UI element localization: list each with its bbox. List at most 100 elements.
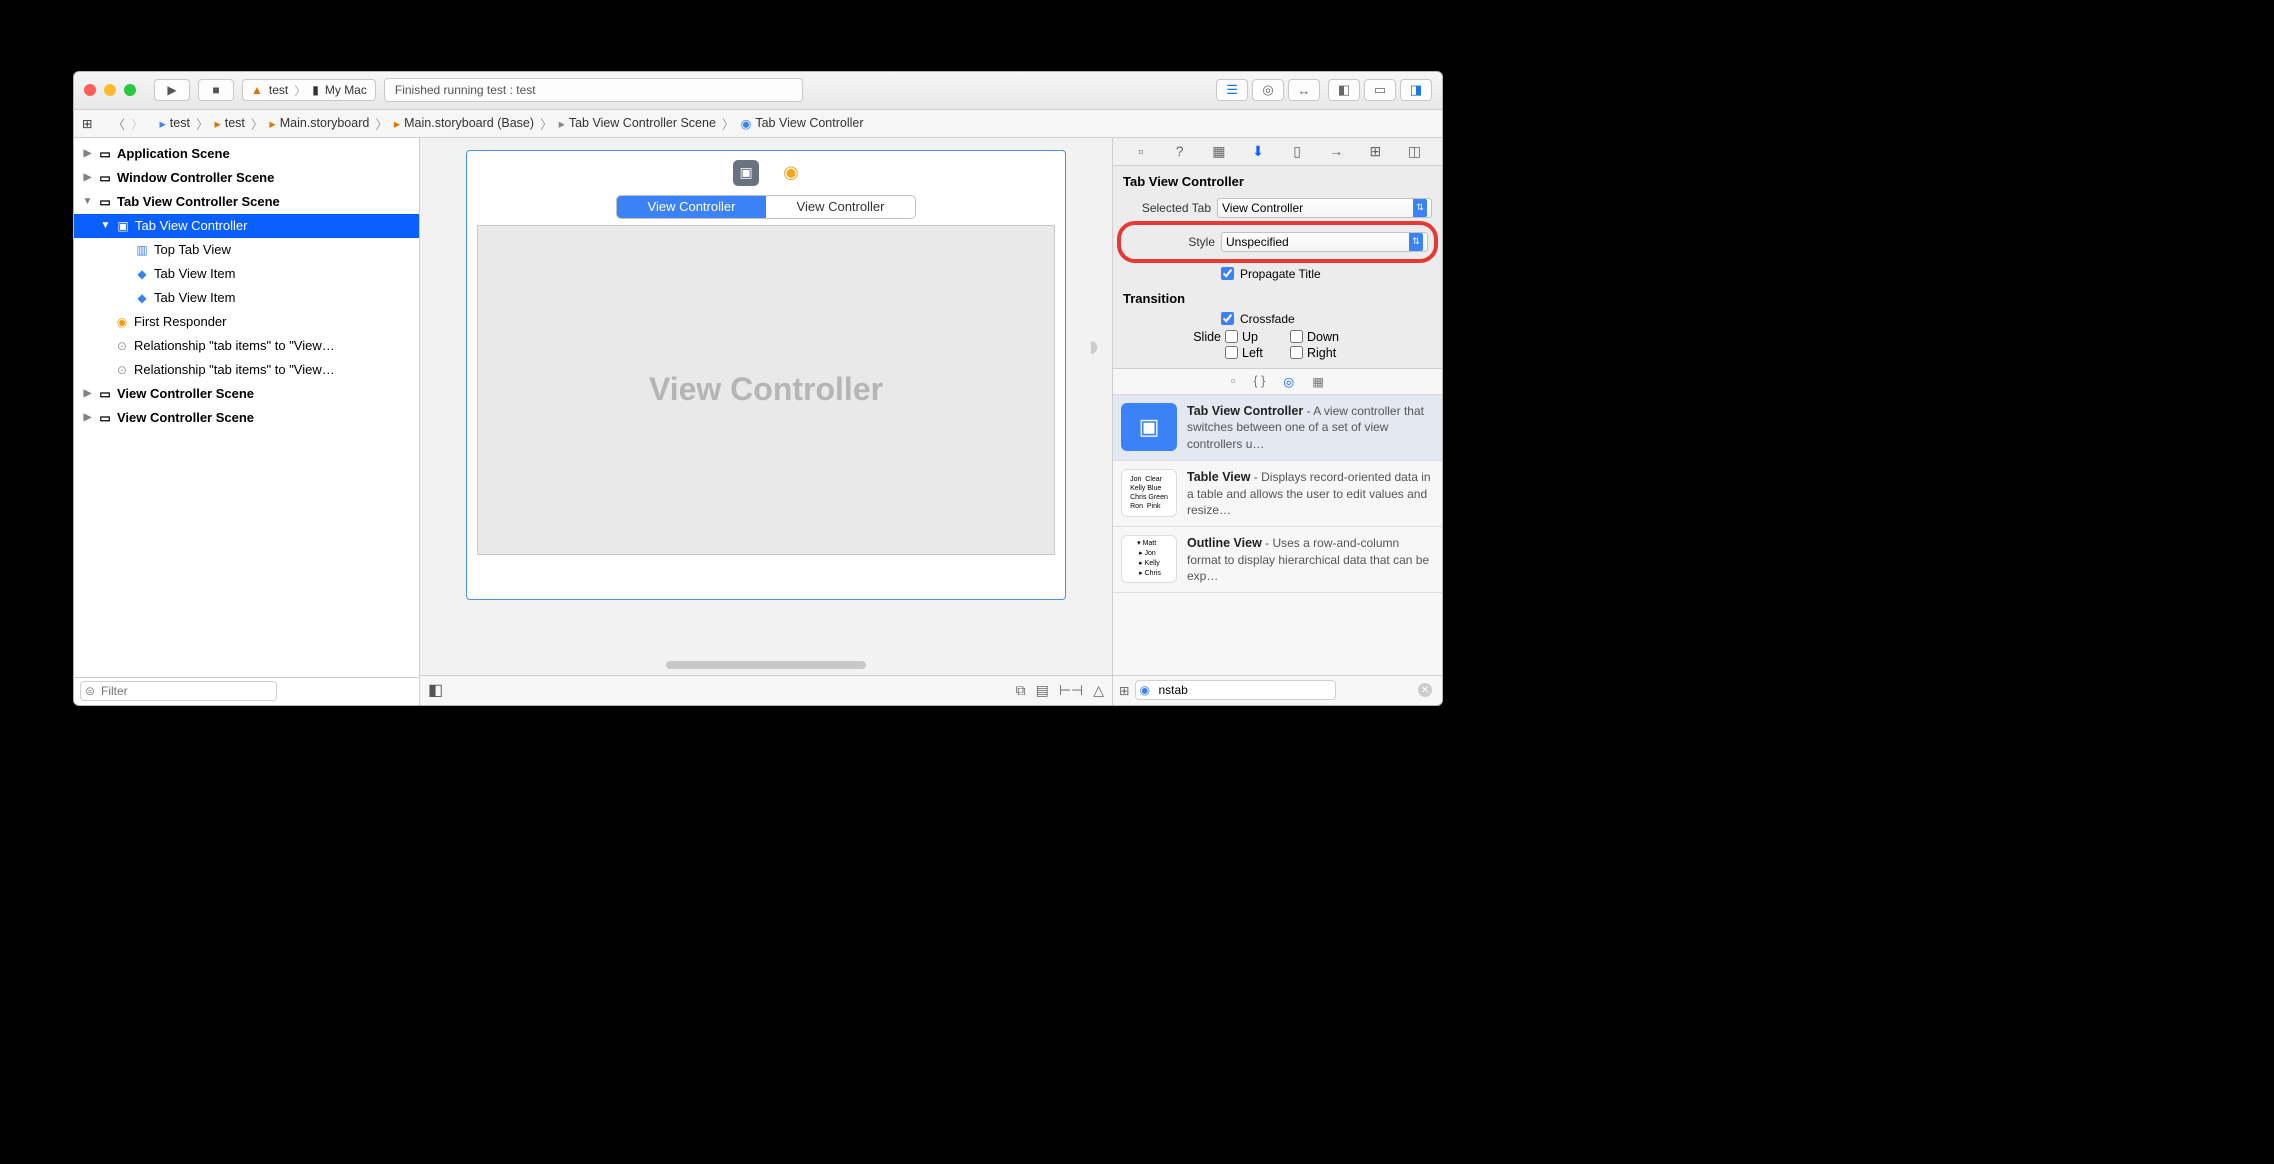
attributes-inspector-tab[interactable]: ⬇ xyxy=(1247,143,1269,160)
scene-row[interactable]: ▶▭View Controller Scene xyxy=(74,406,419,430)
identity-inspector-tab[interactable]: ▦ xyxy=(1208,143,1230,160)
help-inspector-tab[interactable]: ? xyxy=(1169,143,1191,159)
toggle-navigator-button[interactable]: ◧ xyxy=(1328,79,1360,101)
effects-inspector-tab[interactable]: ◫ xyxy=(1403,143,1425,160)
clear-filter-button[interactable]: ✕ xyxy=(1418,683,1432,697)
library-view-toggle[interactable]: ⊞ xyxy=(1119,683,1129,698)
scene-row[interactable]: ▼▭Tab View Controller Scene xyxy=(74,190,419,214)
relationship-row[interactable]: ⊙Relationship "tab items" to "View… xyxy=(74,334,419,358)
slide-left-checkbox[interactable] xyxy=(1225,346,1238,359)
size-inspector-tab[interactable]: ▯ xyxy=(1286,143,1308,160)
embed-button[interactable]: ⧉ xyxy=(1016,682,1026,699)
minimize-icon[interactable] xyxy=(104,84,116,96)
window-controls xyxy=(84,84,136,96)
inspector-panel: ▫ ? ▦ ⬇ ▯ → ⊞ ◫ Tab View Controller Sele… xyxy=(1112,138,1442,705)
code-snippet-tab[interactable]: { } xyxy=(1253,374,1265,388)
table-view-icon: Jon ClearKelly BlueChris GreenRon Pink xyxy=(1121,469,1177,517)
tab-active[interactable]: View Controller xyxy=(617,196,766,218)
bindings-inspector-tab[interactable]: ⊞ xyxy=(1364,143,1386,160)
canvas-content[interactable]: ▣ ◉ View Controller View Controller View… xyxy=(420,138,1112,675)
zoom-icon[interactable] xyxy=(124,84,136,96)
jump-item[interactable]: ◉Tab View Controller xyxy=(740,116,863,131)
style-row: Style Unspecified ⇅ xyxy=(1127,229,1428,255)
resolve-button[interactable]: △ xyxy=(1093,682,1104,699)
library-list[interactable]: ▣ Tab View Controller - A view controlle… xyxy=(1113,395,1442,675)
nav-forward-button[interactable]: 〉 xyxy=(131,114,144,133)
canvas-dock: ◧ ⧉ ▤ ⊢⊣ △ xyxy=(420,675,1112,705)
object-library-tab[interactable]: ◎ xyxy=(1283,374,1294,389)
slide-up-checkbox[interactable] xyxy=(1225,330,1238,343)
outline-item[interactable]: ▥Top Tab View xyxy=(74,238,419,262)
jump-item[interactable]: ▸test xyxy=(160,116,190,131)
first-responder-row[interactable]: ◉First Responder xyxy=(74,310,419,334)
tab-row: View Controller View Controller xyxy=(616,195,916,219)
controller-icon[interactable]: ▣ xyxy=(733,160,759,186)
controller-row-selected[interactable]: ▼▣Tab View Controller xyxy=(74,214,419,238)
align-button[interactable]: ▤ xyxy=(1036,682,1049,699)
scene-header: ▣ ◉ xyxy=(467,151,1065,195)
outline-view-icon: ▾ Matt ▸ Jon ▸ Kelly ▸ Chris xyxy=(1121,535,1177,583)
tab-inactive[interactable]: View Controller xyxy=(766,196,915,218)
status-text: Finished running test : test xyxy=(395,83,536,97)
selected-tab-popup[interactable]: View Controller ⇅ xyxy=(1217,198,1432,218)
close-icon[interactable] xyxy=(84,84,96,96)
assistant-editor-button[interactable]: ◎ xyxy=(1252,79,1284,101)
connections-inspector-tab[interactable]: → xyxy=(1325,143,1347,159)
standard-editor-button[interactable]: ☰ xyxy=(1216,79,1248,101)
editor-mode-buttons: ☰ ◎ ↔ xyxy=(1216,79,1320,101)
scene-row[interactable]: ▶▭View Controller Scene xyxy=(74,382,419,406)
jump-item[interactable]: ▸test xyxy=(214,116,244,131)
file-inspector-tab[interactable]: ▫ xyxy=(1130,143,1152,159)
related-items-icon[interactable]: ⊞ xyxy=(82,116,92,131)
jump-bar: ⊞ 〈 〉 ▸test〉 ▸test〉 ▸Main.storyboard〉 ▸M… xyxy=(74,110,1442,138)
first-responder-icon[interactable]: ◉ xyxy=(783,162,799,183)
toolbar: ▶ ■ ▲ test 〉 ▮ My Mac Finished running t… xyxy=(74,72,1442,110)
jump-item[interactable]: ▸Main.storyboard xyxy=(269,116,369,131)
relationship-row[interactable]: ⊙Relationship "tab items" to "View… xyxy=(74,358,419,382)
scene-tab-view-controller[interactable]: ▣ ◉ View Controller View Controller View… xyxy=(466,150,1066,600)
transition-title: Transition xyxy=(1123,291,1432,306)
style-popup[interactable]: Unspecified ⇅ xyxy=(1221,232,1428,252)
chevron-updown-icon: ⇅ xyxy=(1409,233,1423,251)
media-library-tab[interactable]: ▦ xyxy=(1312,374,1324,389)
toggle-outline-button[interactable]: ◧ xyxy=(428,680,443,700)
nav-back-button[interactable]: 〈 xyxy=(112,114,125,133)
version-editor-button[interactable]: ↔ xyxy=(1288,79,1320,101)
slide-right-checkbox[interactable] xyxy=(1290,346,1303,359)
scheme-selector[interactable]: ▲ test 〉 ▮ My Mac xyxy=(242,79,376,101)
scrollbar-horizontal[interactable] xyxy=(666,661,866,669)
navigator-filter-input[interactable] xyxy=(80,681,277,701)
slide-down-checkbox[interactable] xyxy=(1290,330,1303,343)
crossfade-checkbox[interactable]: Crossfade xyxy=(1221,312,1432,326)
run-button[interactable]: ▶ xyxy=(154,79,190,101)
scene-row[interactable]: ▶▭Application Scene xyxy=(74,142,419,166)
library-item[interactable]: ▣ Tab View Controller - A view controlle… xyxy=(1113,395,1442,461)
segue-indicator: ◗ xyxy=(1085,330,1103,364)
scene-row[interactable]: ▶▭Window Controller Scene xyxy=(74,166,419,190)
file-template-tab[interactable]: ▫ xyxy=(1231,374,1235,388)
panel-toggle-buttons: ◧ ▭ ◨ xyxy=(1328,79,1432,101)
stop-button[interactable]: ■ xyxy=(198,79,234,101)
attributes-section: Tab View Controller Selected Tab View Co… xyxy=(1113,166,1442,368)
slide-options-2: Left Right xyxy=(1187,346,1432,360)
jump-item[interactable]: ▸Main.storyboard (Base) xyxy=(394,116,534,131)
library-tabs: ▫ { } ◎ ▦ xyxy=(1113,369,1442,395)
library-item[interactable]: ▾ Matt ▸ Jon ▸ Kelly ▸ Chris Outline Vie… xyxy=(1113,527,1442,593)
storyboard-canvas: ▣ ◉ View Controller View Controller View… xyxy=(420,138,1112,705)
object-library: ▫ { } ◎ ▦ ▣ Tab View Controller - A view… xyxy=(1113,368,1442,705)
outline-item[interactable]: ◆Tab View Item xyxy=(74,262,419,286)
pin-button[interactable]: ⊢⊣ xyxy=(1059,682,1083,699)
jump-item[interactable]: ▸Tab View Controller Scene xyxy=(559,116,716,131)
outline-item[interactable]: ◆Tab View Item xyxy=(74,286,419,310)
scheme-dest-label: My Mac xyxy=(325,83,367,97)
document-outline: ▶▭Application Scene ▶▭Window Controller … xyxy=(74,138,419,677)
highlight-annotation: Style Unspecified ⇅ xyxy=(1117,221,1438,263)
toggle-inspector-button[interactable]: ◨ xyxy=(1400,79,1432,101)
scheme-app-label: test xyxy=(269,83,288,97)
library-filter-input[interactable] xyxy=(1135,680,1336,700)
toggle-debug-button[interactable]: ▭ xyxy=(1364,79,1396,101)
tab-content: View Controller xyxy=(477,225,1055,555)
propagate-title-checkbox[interactable]: Propagate Title xyxy=(1221,267,1432,281)
library-filter-bar: ⊞ ◉ ✕ xyxy=(1113,675,1442,705)
library-item[interactable]: Jon ClearKelly BlueChris GreenRon Pink T… xyxy=(1113,461,1442,527)
